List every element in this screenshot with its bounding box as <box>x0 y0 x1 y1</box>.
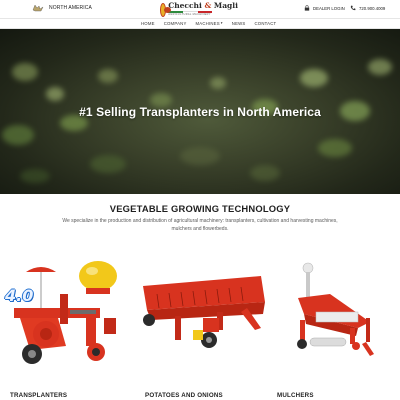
phone-icon <box>350 5 356 11</box>
product-card-transplanters[interactable]: 4.0 TRANSPLANTERS <box>0 258 135 400</box>
dealer-login-link[interactable]: DEALER LOGIN <box>304 5 345 11</box>
product-card-mulchers[interactable]: MULCHERS <box>270 258 400 400</box>
section-title: VEGETABLE GROWING TECHNOLOGY <box>109 203 291 214</box>
product-card-potatoes-and-onions[interactable]: POTATOES AND ONIONS <box>135 258 270 400</box>
product-label-transplanters: TRANSPLANTERS <box>10 392 68 399</box>
product-label-potatoes-and-onions: POTATOES AND ONIONS <box>145 392 223 399</box>
logo-brand: Checchi & Magli <box>168 1 238 11</box>
nav-items: HOME COMPANY MACHINES ▾ NEWS CONTACT <box>141 21 276 26</box>
nav-item-contact[interactable]: CONTACT <box>254 21 276 26</box>
section-description: We specialize in the production and dist… <box>62 218 338 232</box>
nav-item-company[interactable]: COMPANY <box>164 21 187 26</box>
hero-title: #1 Selling Transplanters in North Americ… <box>79 105 321 119</box>
phone-number: 720.900.4009 <box>359 5 386 11</box>
product-label-mulchers: MULCHERS <box>277 392 314 399</box>
flag-icon <box>32 4 44 12</box>
region-label: NORTH AMERICA <box>49 5 92 11</box>
hero-banner: #1 Selling Transplanters in North Americ… <box>0 29 400 194</box>
potato-harvester-image <box>143 276 265 348</box>
main-nav: HOME COMPANY MACHINES ▾ NEWS CONTACT <box>0 18 400 29</box>
chevron-down-icon: ▾ <box>220 21 223 25</box>
dealer-login-label: DEALER LOGIN <box>313 5 345 11</box>
nav-item-news[interactable]: NEWS <box>232 21 246 26</box>
nav-item-home[interactable]: HOME <box>141 21 155 26</box>
logo-wordmark: Checchi & Magli AGRICULTURAL MACHINERY <box>168 2 238 16</box>
mulcher-image <box>297 262 374 356</box>
logo-tagline: AGRICULTURAL MACHINERY <box>168 12 211 16</box>
region-selector[interactable]: NORTH AMERICA <box>32 4 92 12</box>
lock-icon <box>304 5 310 11</box>
logo-mark <box>160 2 172 17</box>
version-badge: 4.0 <box>5 286 34 305</box>
brand-logo[interactable]: Checchi & Magli AGRICULTURAL MACHINERY <box>160 1 238 18</box>
transplanter-image <box>14 261 117 364</box>
phone-link[interactable]: 720.900.4009 <box>350 5 385 11</box>
nav-item-machines[interactable]: MACHINES ▾ <box>196 21 223 26</box>
top-bar: NORTH AMERICA Checchi & Magli AGRICULTUR… <box>0 0 400 18</box>
